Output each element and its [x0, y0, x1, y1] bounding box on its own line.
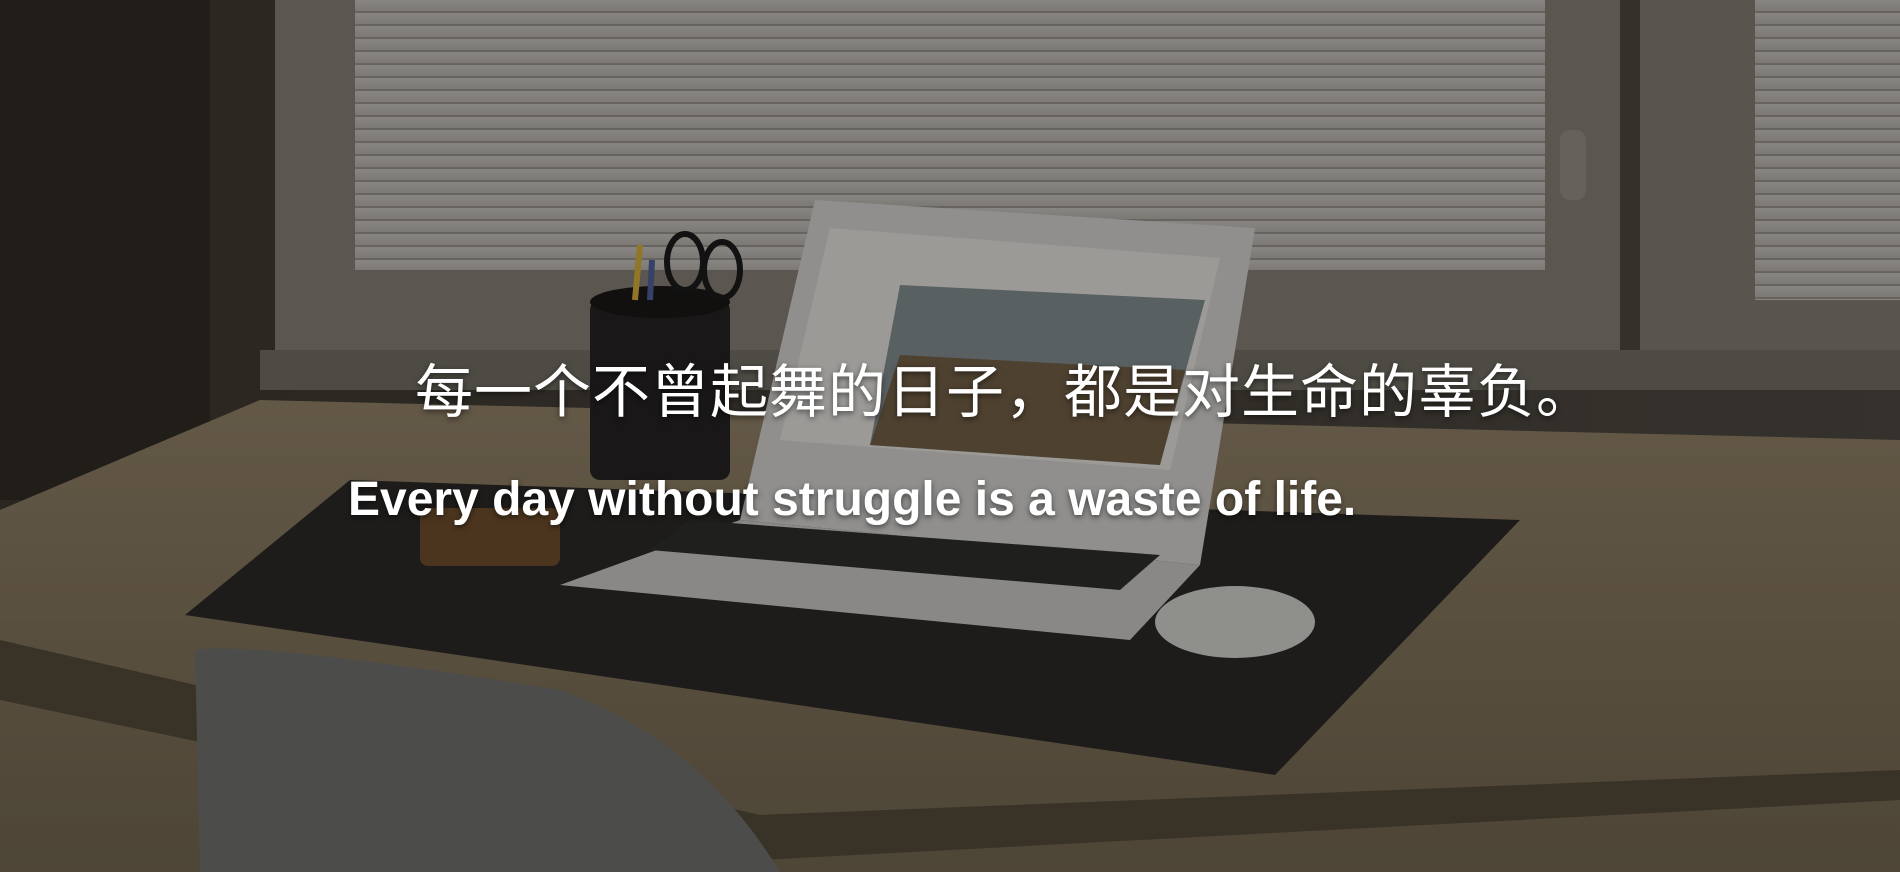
dark-overlay	[0, 0, 1900, 872]
quote-chinese: 每一个不曾起舞的日子，都是对生命的辜负。	[414, 358, 1595, 426]
quote-english: Every day without struggle is a waste of…	[348, 473, 1357, 526]
